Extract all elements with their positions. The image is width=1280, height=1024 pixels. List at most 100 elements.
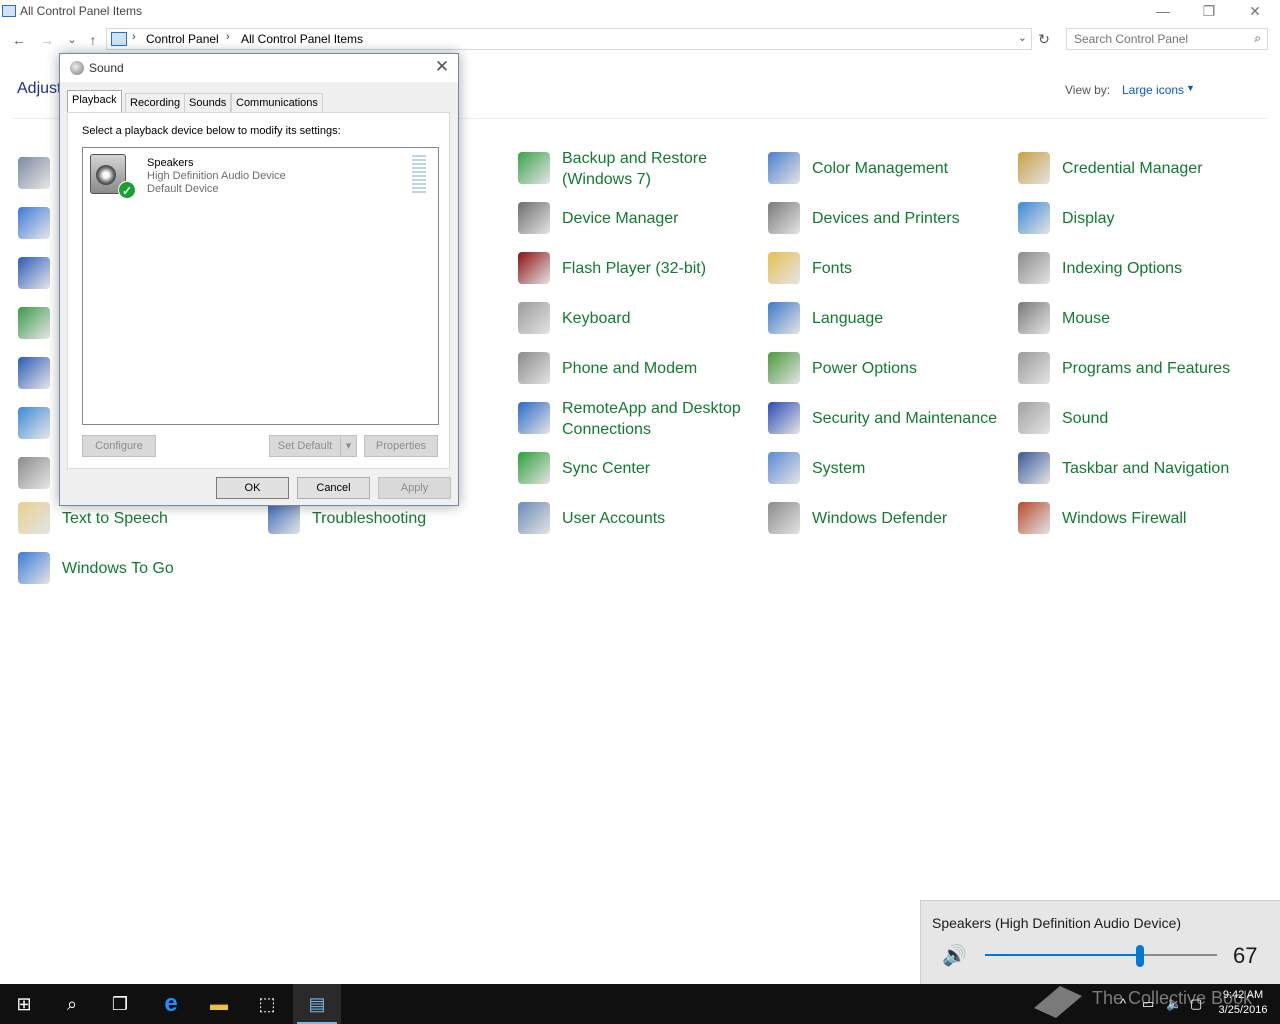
control-panel-item[interactable]: RemoteApp and Desktop Connections [518,398,758,438]
restore-button[interactable]: ❐ [1186,0,1232,24]
control-panel-item-label[interactable]: Devices and Printers [812,208,960,229]
control-panel-item[interactable] [18,153,54,193]
volume-slider-thumb[interactable] [1136,945,1144,967]
control-panel-item[interactable] [18,303,54,343]
recent-locations-icon[interactable]: ⌄ [62,30,82,50]
fonts-icon[interactable] [768,252,800,284]
back-arrow-icon[interactable]: ← [9,30,29,50]
user-accounts-icon[interactable] [518,502,550,534]
address-bar[interactable]: › Control Panel › All Control Panel Item… [106,28,1032,50]
close-button[interactable]: ✕ [1232,0,1278,24]
control-panel-item-label[interactable]: Indexing Options [1062,258,1182,279]
search-box[interactable]: ⌕ [1066,28,1268,50]
control-panel-item-label[interactable]: Flash Player (32-bit) [562,258,706,279]
control-panel-item[interactable] [18,403,54,443]
device-manager-icon[interactable] [518,202,550,234]
sound-dialog-titlebar[interactable]: Sound ✕ [60,54,458,82]
language-icon[interactable] [768,302,800,334]
control-panel-item[interactable]: Programs and Features [1018,348,1258,388]
control-panel-item[interactable]: Windows Defender [768,498,1008,538]
search-icon[interactable]: ⌕ [1254,31,1261,46]
search-icon[interactable]: ⌕ [48,984,96,1024]
backup-restore-icon[interactable] [518,152,550,184]
playback-device-list[interactable]: ✓ Speakers High Definition Audio Device … [82,147,439,425]
apply-button[interactable]: Apply [378,477,451,499]
sound-icon[interactable] [1018,402,1050,434]
forward-arrow-icon[interactable]: → [37,30,57,50]
file-explorer-icon[interactable]: ▬ [195,984,243,1024]
windows-firewall-icon[interactable] [1018,502,1050,534]
control-panel-item-label[interactable]: Taskbar and Navigation [1062,458,1229,479]
remoteapp-icon[interactable] [518,402,550,434]
refresh-icon[interactable]: ↻ [1034,29,1054,49]
search-input[interactable] [1067,29,1237,49]
control-panel-item[interactable] [18,203,54,243]
network-sharing-icon[interactable] [18,357,50,389]
control-panel-item[interactable]: Color Management [768,148,1008,188]
control-panel-item-label[interactable]: Phone and Modem [562,358,697,379]
control-panel-item[interactable]: System [768,448,1008,488]
control-panel-item-label[interactable]: User Accounts [562,508,665,529]
control-panel-item[interactable]: Flash Player (32-bit) [518,248,758,288]
control-panel-item[interactable]: Windows Firewall [1018,498,1258,538]
control-panel-item[interactable]: Display [1018,198,1258,238]
control-panel-item-label[interactable]: Device Manager [562,208,679,229]
date-time-icon[interactable] [18,207,50,239]
control-panel-item-label[interactable]: Keyboard [562,308,631,329]
control-panel-item[interactable]: Indexing Options [1018,248,1258,288]
view-by-caret-icon[interactable]: ▼ [1186,83,1195,93]
control-panel-item[interactable] [18,353,54,393]
control-panel-item[interactable]: Mouse [1018,298,1258,338]
store-icon[interactable]: ⬚ [243,984,291,1024]
control-panel-item[interactable]: Keyboard [518,298,758,338]
control-panel-item-label[interactable]: Text to Speech [62,508,168,529]
control-panel-item-label[interactable]: Sync Center [562,458,650,479]
control-panel-item[interactable]: Phone and Modem [518,348,758,388]
color-management-icon[interactable] [768,152,800,184]
control-panel-item-label[interactable]: Troubleshooting [312,508,426,529]
task-view-icon[interactable]: ❐ [96,984,144,1024]
ok-button[interactable]: OK [216,477,289,499]
windows-defender-icon[interactable] [768,502,800,534]
control-panel-item-label[interactable]: System [812,458,865,479]
properties-button[interactable]: Properties [364,435,438,457]
control-panel-item-label[interactable]: Color Management [812,158,948,179]
control-panel-item[interactable]: Device Manager [518,198,758,238]
control-panel-item-label[interactable]: Credential Manager [1062,158,1203,179]
control-panel-item[interactable]: User Accounts [518,498,758,538]
control-panel-item-label[interactable]: Windows Defender [812,508,947,529]
breadcrumb-all-items[interactable]: All Control Panel Items [241,32,363,46]
control-panel-taskbar-icon[interactable]: ▤ [293,984,341,1024]
power-options-icon[interactable] [768,352,800,384]
control-panel-item[interactable]: Language [768,298,1008,338]
view-by-dropdown[interactable]: Large icons [1122,83,1184,97]
control-panel-item[interactable]: Sync Center [518,448,758,488]
control-panel-item[interactable]: Sound [1018,398,1258,438]
control-panel-item[interactable]: Fonts [768,248,1008,288]
programs-features-icon[interactable] [1018,352,1050,384]
system-icon[interactable] [768,452,800,484]
speakers-icon[interactable]: ✓ [90,154,136,199]
control-panel-item[interactable]: Taskbar and Navigation [1018,448,1258,488]
control-panel-item-label[interactable]: Security and Maintenance [812,408,997,429]
control-panel-item-label[interactable]: Power Options [812,358,917,379]
set-default-button[interactable]: Set Default [269,435,341,457]
control-panel-item-label[interactable]: Programs and Features [1062,358,1230,379]
configure-button[interactable]: Configure [82,435,156,457]
control-panel-item[interactable]: Devices and Printers [768,198,1008,238]
speech-recognition-icon[interactable] [18,457,50,489]
flash-player-icon[interactable] [518,252,550,284]
control-panel-item-label[interactable]: Display [1062,208,1114,229]
administrative-tools-icon[interactable] [18,157,50,189]
speaker-mute-icon[interactable]: 🔊 [942,943,967,968]
tab-communications[interactable]: Communications [231,93,323,113]
control-panel-item[interactable]: Backup and Restore (Windows 7) [518,148,758,188]
phone-modem-icon[interactable] [518,352,550,384]
breadcrumb-separator[interactable]: › [226,31,230,43]
cancel-button[interactable]: Cancel [297,477,370,499]
control-panel-item-label[interactable]: Windows Firewall [1062,508,1186,529]
minimize-button[interactable]: — [1140,0,1186,24]
windows-to-go-icon[interactable] [18,552,50,584]
breadcrumb-control-panel[interactable]: Control Panel [146,32,219,46]
device-name[interactable]: Speakers [147,157,193,169]
